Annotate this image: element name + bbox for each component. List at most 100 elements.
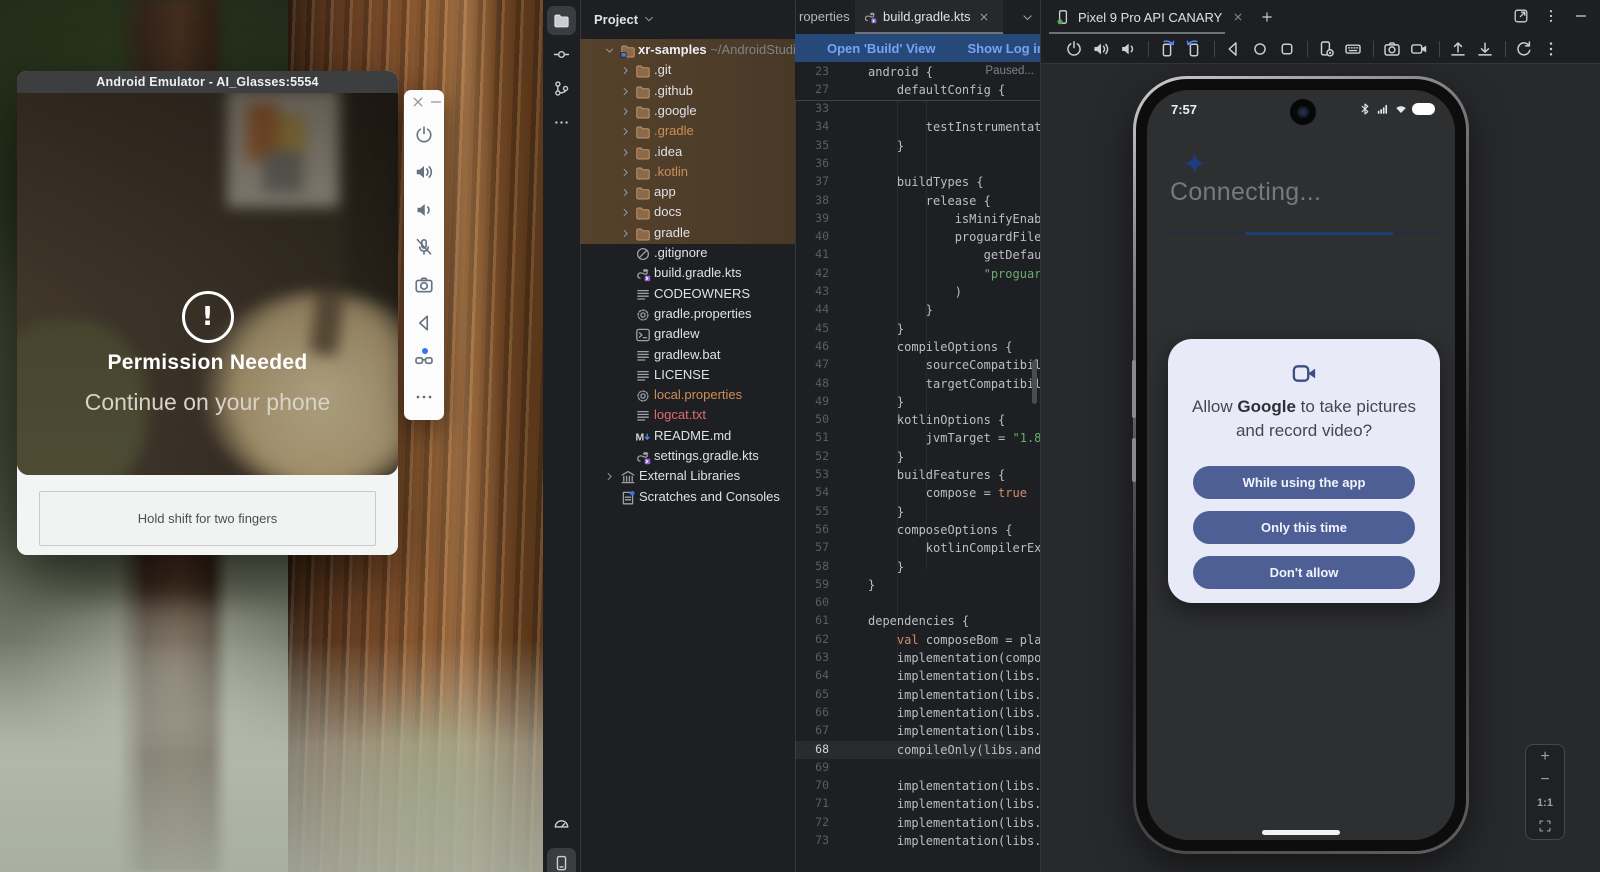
- phone-screen[interactable]: 7:57 Connecting... Allow Google to take …: [1147, 90, 1455, 840]
- hardware-input-button[interactable]: [1344, 40, 1362, 58]
- tree-item-app[interactable]: app: [580, 183, 795, 203]
- back-icon[interactable]: [414, 313, 434, 333]
- device-tab-label[interactable]: Pixel 9 Pro API CANARY: [1078, 10, 1222, 25]
- tool-strip-running-devices-button[interactable]: [547, 848, 576, 872]
- while-using-app-button[interactable]: While using the app: [1193, 466, 1415, 499]
- tree-item-scratches-and-consoles[interactable]: Scratches and Consoles: [580, 488, 795, 508]
- tree-item-docs[interactable]: docs: [580, 203, 795, 223]
- reset-button[interactable]: [1515, 40, 1533, 58]
- dont-allow-button[interactable]: Don't allow: [1193, 556, 1415, 589]
- tree-item-google[interactable]: .google: [580, 102, 795, 122]
- tree-item-settings-gradle-kts[interactable]: settings.gradle.kts: [580, 447, 795, 467]
- chevron-right-icon[interactable]: [620, 65, 631, 76]
- close-icon[interactable]: [978, 11, 990, 23]
- tool-strip-project-folder-button[interactable]: [547, 6, 576, 35]
- volume-up-icon[interactable]: [414, 162, 434, 182]
- chevron-right-icon[interactable]: [620, 207, 631, 218]
- tool-strip-profiler-button[interactable]: [547, 808, 576, 837]
- open-in-window-icon[interactable]: [1513, 8, 1529, 24]
- rotate-left-button[interactable]: [1158, 40, 1176, 58]
- tree-item-logcat-txt[interactable]: logcat.txt: [580, 406, 795, 426]
- line-number: 27: [795, 82, 829, 96]
- camera-icon[interactable]: [414, 275, 434, 295]
- tree-item-readme-md[interactable]: MREADME.md: [580, 427, 795, 447]
- home-button[interactable]: [1251, 40, 1269, 58]
- show-log-in-finder-link[interactable]: Show Log in Finder: [968, 41, 1040, 56]
- tree-item-local-properties[interactable]: local.properties: [580, 386, 795, 406]
- download-button[interactable]: [1476, 40, 1494, 58]
- chevron-right-icon[interactable]: [620, 228, 631, 239]
- fit-screen-button[interactable]: [1526, 814, 1564, 837]
- chevron-down-icon[interactable]: [604, 45, 615, 56]
- zoom-out-button[interactable]: −: [1526, 768, 1564, 791]
- project-panel-header[interactable]: Project: [594, 8, 655, 30]
- glasses-icon[interactable]: [414, 350, 434, 370]
- back-button[interactable]: [1224, 40, 1242, 58]
- tab-list-chevron-icon[interactable]: [1021, 11, 1034, 24]
- tool-strip-vcs-button[interactable]: [547, 74, 576, 103]
- chevron-right-icon[interactable]: [604, 471, 615, 482]
- zoom-in-button[interactable]: +: [1526, 745, 1564, 768]
- tree-item-github[interactable]: .github: [580, 82, 795, 102]
- code-viewport[interactable]: 3334 testInstrumentationR35 }3637 buildT…: [795, 100, 1040, 872]
- add-device-tab-icon[interactable]: [1260, 10, 1274, 24]
- code-text: implementation(composeBo: [868, 650, 1040, 666]
- chevron-right-icon[interactable]: [620, 147, 631, 158]
- more-horizontal-icon[interactable]: [414, 387, 434, 407]
- tree-item-gradle-properties[interactable]: gradle.properties: [580, 305, 795, 325]
- code-text: buildFeatures {: [868, 467, 1005, 483]
- editor-scrollbar[interactable]: [1032, 360, 1037, 404]
- chevron-right-icon[interactable]: [620, 167, 631, 178]
- tree-item-gradlew[interactable]: gradlew: [580, 325, 795, 345]
- rotate-right-button[interactable]: [1185, 40, 1203, 58]
- tool-window-strip: [543, 0, 581, 872]
- close-icon[interactable]: [1232, 11, 1244, 23]
- tree-item-idea[interactable]: .idea: [580, 143, 795, 163]
- screen-record-button[interactable]: [1410, 40, 1428, 58]
- code-editor[interactable]: roperties build.gradle.kts Open 'Build' …: [795, 0, 1040, 872]
- tree-item-external-libraries[interactable]: External Libraries: [580, 467, 795, 487]
- overview-button[interactable]: [1278, 40, 1296, 58]
- tree-item-kotlin[interactable]: .kotlin: [580, 163, 795, 183]
- power-button[interactable]: [1065, 40, 1083, 58]
- device-settings-button[interactable]: [1317, 40, 1335, 58]
- tree-item-gradle[interactable]: gradle: [580, 224, 795, 244]
- tab-build-gradle-kts[interactable]: build.gradle.kts: [855, 0, 1003, 33]
- tree-item-codeowners[interactable]: CODEOWNERS: [580, 285, 795, 305]
- tree-item-xr-samples[interactable]: xr-samples ~/AndroidStudioProje: [580, 41, 795, 61]
- mic-off-icon[interactable]: [414, 237, 434, 257]
- screenshot-button[interactable]: [1383, 40, 1401, 58]
- code-text: }: [868, 138, 904, 154]
- only-this-time-button[interactable]: Only this time: [1193, 511, 1415, 544]
- chevron-right-icon[interactable]: [620, 187, 631, 198]
- tree-item-gitignore[interactable]: .gitignore: [580, 244, 795, 264]
- tree-item-license[interactable]: LICENSE: [580, 366, 795, 386]
- code-line-61: 61dependencies {: [795, 612, 1040, 630]
- tool-strip-commit-button[interactable]: [547, 40, 576, 69]
- chevron-right-icon[interactable]: [620, 86, 631, 97]
- kebab-icon[interactable]: [1543, 8, 1559, 24]
- tree-item-build-gradle-kts[interactable]: build.gradle.kts: [580, 264, 795, 284]
- tool-strip-more-horizontal-button[interactable]: [547, 108, 576, 137]
- chevron-right-icon[interactable]: [620, 106, 631, 117]
- open-build-view-link[interactable]: Open 'Build' View: [827, 41, 936, 56]
- power-icon[interactable]: [414, 125, 434, 145]
- actual-size-button[interactable]: 1:1: [1526, 791, 1564, 814]
- tree-item-gradlew-bat[interactable]: gradlew.bat: [580, 346, 795, 366]
- volume-down-button[interactable]: [1119, 40, 1137, 58]
- line-number: 41: [795, 247, 829, 261]
- tree-item-gradle[interactable]: .gradle: [580, 122, 795, 142]
- tab-gradle-properties[interactable]: roperties: [795, 0, 850, 34]
- kebab-button[interactable]: [1542, 40, 1560, 58]
- minimize-icon[interactable]: [428, 94, 444, 110]
- chevron-right-icon[interactable]: [620, 126, 631, 137]
- code-text: implementation(libs.andr: [868, 833, 1040, 849]
- home-indicator[interactable]: [1262, 830, 1340, 835]
- tree-item-git[interactable]: .git: [580, 61, 795, 81]
- close-icon[interactable]: [410, 94, 426, 110]
- minimize-icon[interactable]: [1573, 8, 1589, 24]
- emulator-screen[interactable]: ! Permission Needed Continue on your pho…: [17, 93, 398, 475]
- volume-down-icon[interactable]: [414, 200, 434, 220]
- upload-button[interactable]: [1449, 40, 1467, 58]
- volume-up-button[interactable]: [1092, 40, 1110, 58]
